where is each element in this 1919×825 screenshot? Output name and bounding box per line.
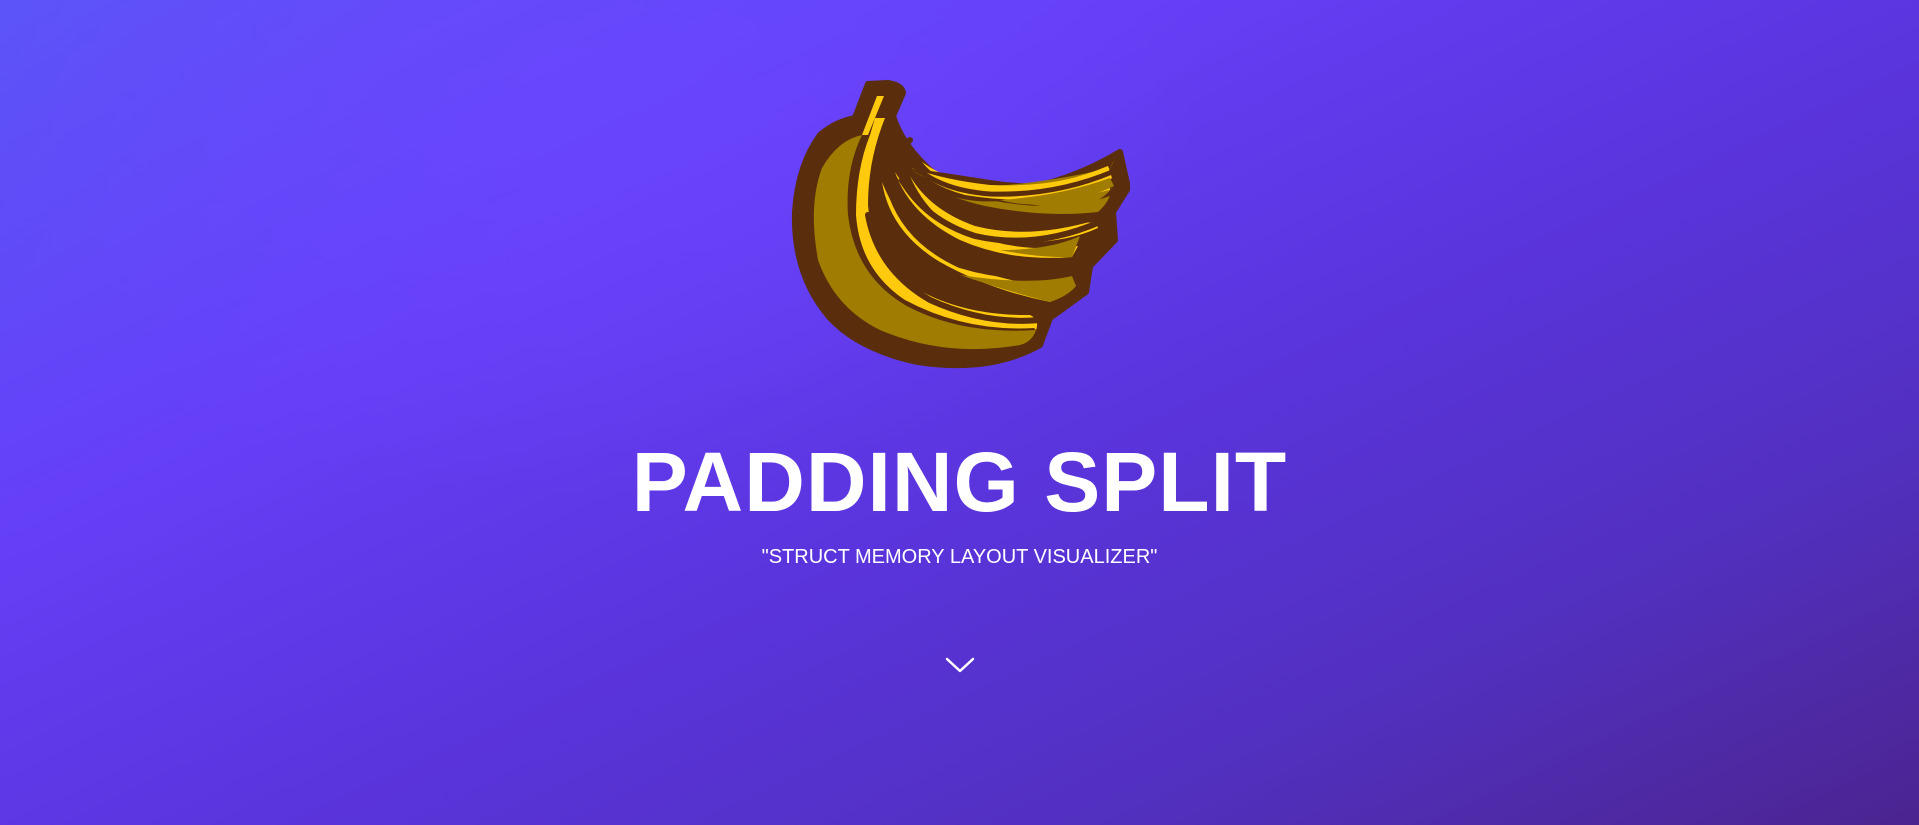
page-subtitle: "STRUCT MEMORY LAYOUT VISUALIZER" [761,546,1158,568]
hero-section: PADDING SPLIT "STRUCT MEMORY LAYOUT VISU… [0,0,1919,825]
chevron-down-icon [945,657,975,673]
banana-bunch-icon [790,80,1131,370]
page-title: PADDING SPLIT [631,435,1288,529]
scroll-down-button[interactable] [942,650,978,680]
